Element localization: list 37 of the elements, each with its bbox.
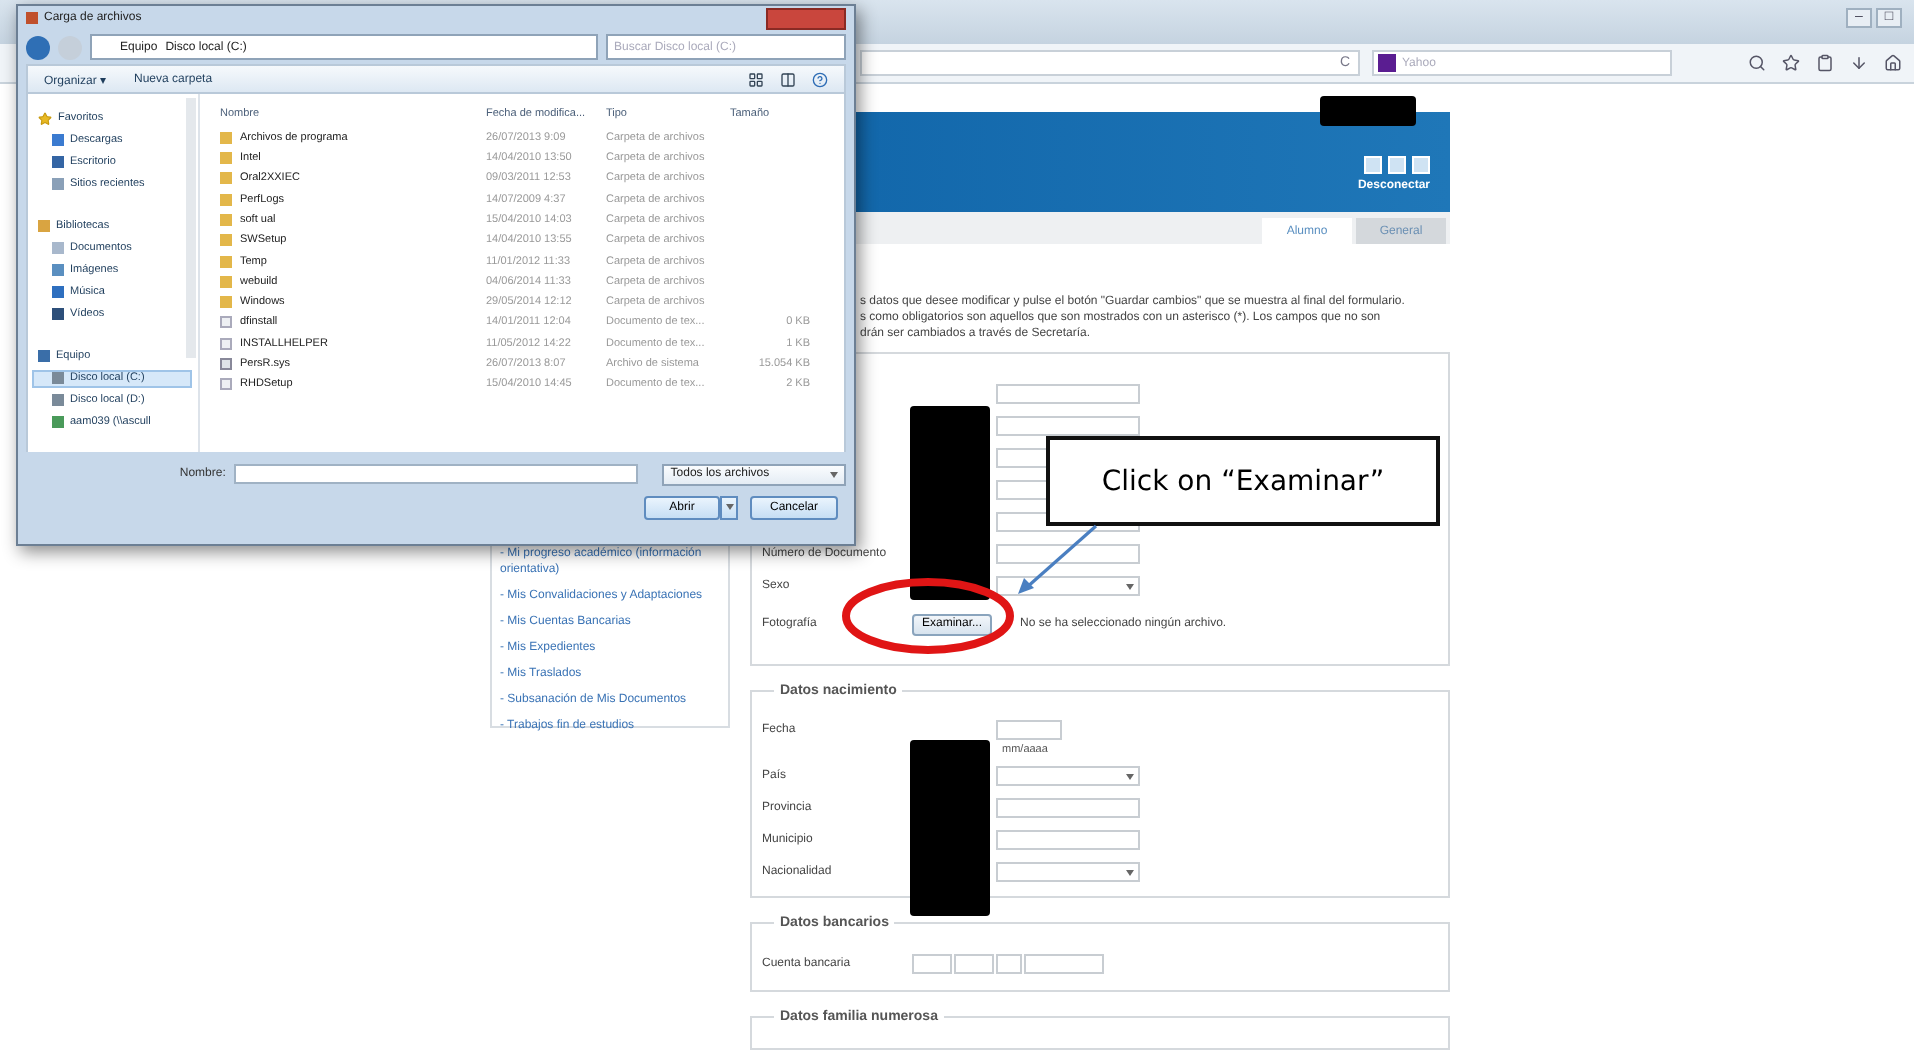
back-button[interactable]	[26, 35, 50, 60]
redaction-bar	[1320, 96, 1416, 126]
caret-icon	[830, 471, 838, 478]
annotation-tooltip: Click on “Examinar”	[1046, 436, 1440, 526]
bank-field[interactable]	[954, 954, 994, 974]
system-file-icon	[220, 358, 232, 371]
text-field[interactable]	[996, 544, 1140, 564]
select-field[interactable]	[996, 576, 1140, 596]
bank-field[interactable]	[912, 954, 952, 974]
bank-field[interactable]	[996, 954, 1022, 974]
preview-pane-icon[interactable]	[780, 71, 796, 88]
text-field[interactable]	[996, 830, 1140, 850]
download-icon[interactable]	[1850, 54, 1868, 72]
star-icon[interactable]	[1782, 54, 1800, 72]
select-field[interactable]	[996, 766, 1140, 786]
pointer-arrow	[1018, 524, 1098, 594]
view-icon[interactable]	[748, 71, 764, 88]
select-field[interactable]	[996, 862, 1140, 882]
date-field[interactable]	[996, 720, 1062, 740]
text-field[interactable]	[996, 798, 1140, 818]
text-field[interactable]	[996, 416, 1140, 436]
filename-field[interactable]	[233, 464, 639, 485]
text-field[interactable]	[996, 384, 1140, 404]
caret-icon	[725, 504, 733, 511]
app-icon	[26, 12, 38, 25]
caret-icon	[1126, 773, 1134, 779]
help-icon[interactable]	[812, 71, 828, 88]
close-button[interactable]	[766, 7, 846, 30]
open-menu-button[interactable]	[720, 495, 738, 520]
clipboard-icon[interactable]	[1816, 54, 1834, 72]
bank-field[interactable]	[1024, 954, 1104, 974]
star-icon	[38, 111, 52, 126]
caret-icon	[1126, 583, 1134, 589]
caret-icon	[1126, 869, 1134, 875]
search-icon[interactable]	[1748, 54, 1766, 72]
document-icon	[220, 378, 232, 391]
home-icon[interactable]	[1884, 54, 1902, 72]
